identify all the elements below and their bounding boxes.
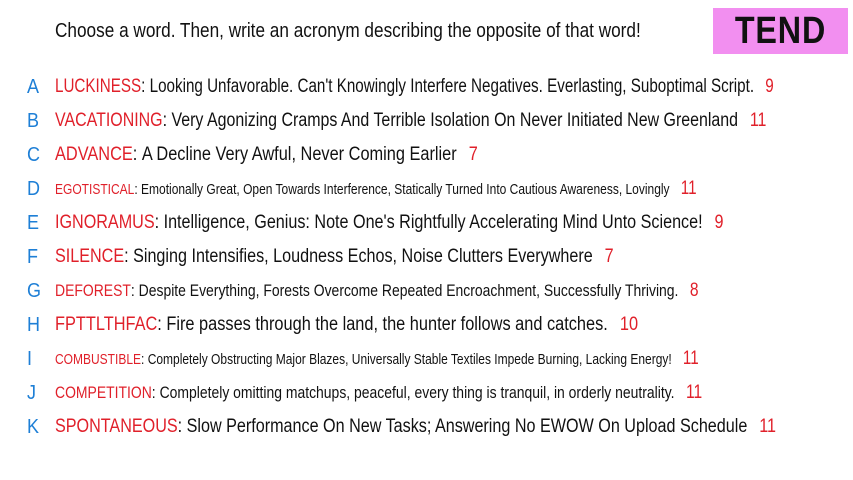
entry-row: F SILENCE: Singing Intensifies, Loudness…	[0, 240, 853, 274]
entry-acronym: Completely Obstructing Major Blazes, Uni…	[147, 351, 672, 368]
entry-letter: E	[27, 211, 40, 234]
entry-letter: H	[27, 313, 41, 336]
entry-line: IGNORAMUS: Intelligence, Genius: Note On…	[55, 212, 724, 233]
entry-line: SILENCE: Singing Intensifies, Loudness E…	[55, 246, 614, 267]
entry-row: J COMPETITION: Completely omitting match…	[0, 376, 853, 410]
entry-acronym: Looking Unfavorable. Can't Knowingly Int…	[149, 76, 755, 97]
entry-score: 11	[749, 110, 767, 131]
entry-score: 7	[468, 144, 478, 165]
entry-acronym: Very Agonizing Cramps And Terrible Isola…	[171, 110, 739, 131]
entry-row: G DEFOREST: Despite Everything, Forests …	[0, 274, 853, 308]
entry-letter: F	[27, 245, 38, 268]
entry-score: 9	[714, 212, 724, 233]
entry-score: 9	[765, 76, 774, 97]
entry-acronym: A Decline Very Awful, Never Coming Earli…	[141, 144, 457, 165]
entry-word: COMPETITION	[55, 383, 152, 402]
entry-score: 11	[682, 348, 699, 369]
entry-acronym: Emotionally Great, Open Towards Interfer…	[141, 181, 670, 198]
entry-word: EGOTISTICAL	[55, 181, 135, 198]
entry-acronym: Slow Performance On New Tasks; Answering…	[186, 416, 748, 437]
entry-word: SILENCE	[55, 246, 125, 267]
entry-acronym: Singing Intensifies, Loudness Echos, Noi…	[133, 246, 593, 267]
entry-score: 11	[686, 382, 703, 403]
entry-line: COMBUSTIBLE: Completely Obstructing Majo…	[55, 348, 699, 369]
entry-word: COMBUSTIBLE	[55, 351, 142, 368]
entry-letter: G	[27, 279, 42, 302]
entry-row: D EGOTISTICAL: Emotionally Great, Open T…	[0, 172, 853, 206]
entry-word: DEFOREST	[55, 281, 131, 300]
entry-acronym: Intelligence, Genius: Note One's Rightfu…	[163, 212, 703, 233]
entry-word: ADVANCE	[55, 144, 133, 165]
entry-score: 7	[604, 246, 614, 267]
entry-letter: I	[27, 347, 33, 370]
entry-letter: D	[27, 177, 41, 200]
prompt-text: Choose a word. Then, write an acronym de…	[55, 20, 641, 42]
entry-row: E IGNORAMUS: Intelligence, Genius: Note …	[0, 206, 853, 240]
entry-letter: B	[27, 109, 40, 132]
entry-score: 11	[680, 178, 697, 199]
entry-letter: K	[27, 415, 40, 438]
entry-score: 8	[689, 280, 699, 301]
entry-line: VACATIONING: Very Agonizing Cramps And T…	[55, 110, 767, 131]
entry-line: DEFOREST: Despite Everything, Forests Ov…	[55, 280, 699, 301]
entry-line: FPTTLTHFAC: Fire passes through the land…	[55, 314, 639, 335]
entry-acronym: Fire passes through the land, the hunter…	[166, 314, 608, 335]
entry-word: SPONTANEOUS	[55, 416, 178, 437]
entry-row: I COMBUSTIBLE: Completely Obstructing Ma…	[0, 342, 853, 376]
entry-word: FPTTLTHFAC	[55, 314, 158, 335]
entry-letter: J	[27, 381, 36, 404]
entry-row: C ADVANCE: A Decline Very Awful, Never C…	[0, 138, 853, 172]
target-word-box: TEND	[713, 8, 848, 54]
entry-word: IGNORAMUS	[55, 212, 155, 233]
entry-line: ADVANCE: A Decline Very Awful, Never Com…	[55, 144, 478, 165]
entry-line: SPONTANEOUS: Slow Performance On New Tas…	[55, 416, 776, 437]
entry-line: COMPETITION: Completely omitting matchup…	[55, 382, 703, 403]
entry-word: VACATIONING	[55, 110, 163, 131]
entry-score: 10	[619, 314, 639, 335]
entry-letter: A	[27, 75, 40, 98]
entry-acronym: Completely omitting matchups, peaceful, …	[159, 383, 675, 402]
entry-score: 11	[759, 416, 776, 437]
entry-row: H FPTTLTHFAC: Fire passes through the la…	[0, 308, 853, 342]
entry-acronym: Despite Everything, Forests Overcome Rep…	[138, 281, 679, 300]
entry-word: LUCKINESS	[55, 76, 142, 97]
entry-line: LUCKINESS: Looking Unfavorable. Can't Kn…	[55, 76, 774, 97]
entry-row: B VACATIONING: Very Agonizing Cramps And…	[0, 104, 853, 138]
entry-row: A LUCKINESS: Looking Unfavorable. Can't …	[0, 70, 853, 104]
target-word: TEND	[734, 10, 827, 52]
entry-row: K SPONTANEOUS: Slow Performance On New T…	[0, 410, 853, 444]
entry-letter: C	[27, 143, 41, 166]
entry-line: EGOTISTICAL: Emotionally Great, Open Tow…	[55, 178, 697, 199]
